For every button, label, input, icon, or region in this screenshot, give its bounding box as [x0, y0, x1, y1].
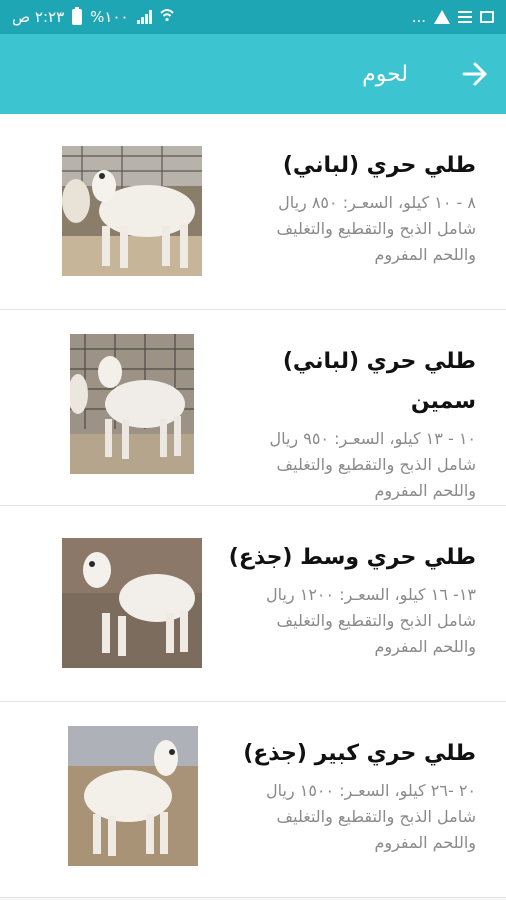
product-title: طلي حري (لباني) سمين	[282, 349, 476, 414]
overflow-dots: ...	[411, 8, 426, 26]
product-list: طلي حري (لباني) ٨ - ١٠ كيلو، السعـر: ٨٥٠…	[0, 114, 506, 898]
product-includes: شامل الذبح والتقطيع والتغليف	[276, 611, 476, 630]
product-weight-price: ١٠ - ١٣ كيلو، السعـر: ٩٥٠ ريال	[269, 429, 476, 448]
status-bar: ٢:٢٣ ص %١٠٠ ...	[0, 0, 506, 34]
product-image	[62, 538, 202, 668]
product-texts: طلي حري (لباني) ٨ - ١٠ كيلو، السعـر: ٨٥٠…	[226, 146, 476, 268]
list-item[interactable]: طلي حري وسط (جذع) ١٣- ١٦ كيلو، السعـر: ١…	[0, 506, 506, 702]
signal-icon	[136, 10, 152, 24]
product-image	[68, 726, 198, 866]
product-image	[62, 146, 202, 276]
status-right: ...	[412, 8, 494, 26]
product-includes: شامل الذبح والتقطيع والتغليف	[276, 807, 476, 826]
product-weight-price: ٨ - ١٠ كيلو، السعـر: ٨٥٠ ريال	[278, 193, 476, 212]
product-extra: واللحم المفروم	[374, 245, 476, 264]
image-icon	[480, 11, 494, 23]
product-title: طلي حري وسط (جذع)	[228, 545, 476, 570]
product-description: ٨ - ١٠ كيلو، السعـر: ٨٥٠ ريال شامل الذبح…	[226, 190, 476, 268]
status-left: ٢:٢٣ ص %١٠٠	[12, 7, 174, 26]
list-item[interactable]: طلي حري كبير (جذع) ٢٠ -٢٦ كيلو، السعـر: …	[0, 702, 506, 898]
battery-icon	[72, 7, 83, 25]
product-weight-price: ٢٠ -٢٦ كيلو، السعـر: ١٥٠٠ ريال	[265, 781, 476, 800]
list-item[interactable]: طلي حري (لباني) سمين ١٠ - ١٣ كيلو، السعـ…	[0, 310, 506, 506]
product-weight-price: ١٣- ١٦ كيلو، السعـر: ١٢٠٠ ريال	[265, 585, 476, 604]
app-bar: لحوم	[0, 34, 506, 114]
product-texts: طلي حري (لباني) سمين ١٠ - ١٣ كيلو، السعـ…	[226, 342, 476, 504]
page-title: لحوم	[362, 61, 408, 87]
list-item[interactable]: طلي حري (لباني) ٨ - ١٠ كيلو، السعـر: ٨٥٠…	[0, 114, 506, 310]
product-description: ١٠ - ١٣ كيلو، السعـر: ٩٥٠ ريال شامل الذب…	[226, 426, 476, 504]
product-extra: واللحم المفروم	[374, 481, 476, 500]
product-description: ١٣- ١٦ كيلو، السعـر: ١٢٠٠ ريال شامل الذب…	[226, 582, 476, 660]
battery-percent: %١٠٠	[90, 8, 129, 26]
notification-list-icon	[458, 11, 472, 23]
product-description: ٢٠ -٢٦ كيلو، السعـر: ١٥٠٠ ريال شامل الذب…	[226, 778, 476, 856]
product-extra: واللحم المفروم	[374, 833, 476, 852]
warning-icon	[434, 10, 450, 24]
wifi-icon	[159, 8, 174, 26]
product-includes: شامل الذبح والتقطيع والتغليف	[276, 455, 476, 474]
product-texts: طلي حري كبير (جذع) ٢٠ -٢٦ كيلو، السعـر: …	[226, 734, 476, 856]
product-image	[70, 334, 194, 474]
clock: ٢:٢٣ ص	[12, 8, 65, 26]
product-includes: شامل الذبح والتقطيع والتغليف	[276, 219, 476, 238]
product-texts: طلي حري وسط (جذع) ١٣- ١٦ كيلو، السعـر: ١…	[226, 538, 476, 660]
product-title: طلي حري كبير (جذع)	[243, 741, 476, 766]
product-extra: واللحم المفروم	[374, 637, 476, 656]
arrow-right-icon[interactable]	[462, 61, 488, 87]
product-title: طلي حري (لباني)	[282, 153, 476, 178]
